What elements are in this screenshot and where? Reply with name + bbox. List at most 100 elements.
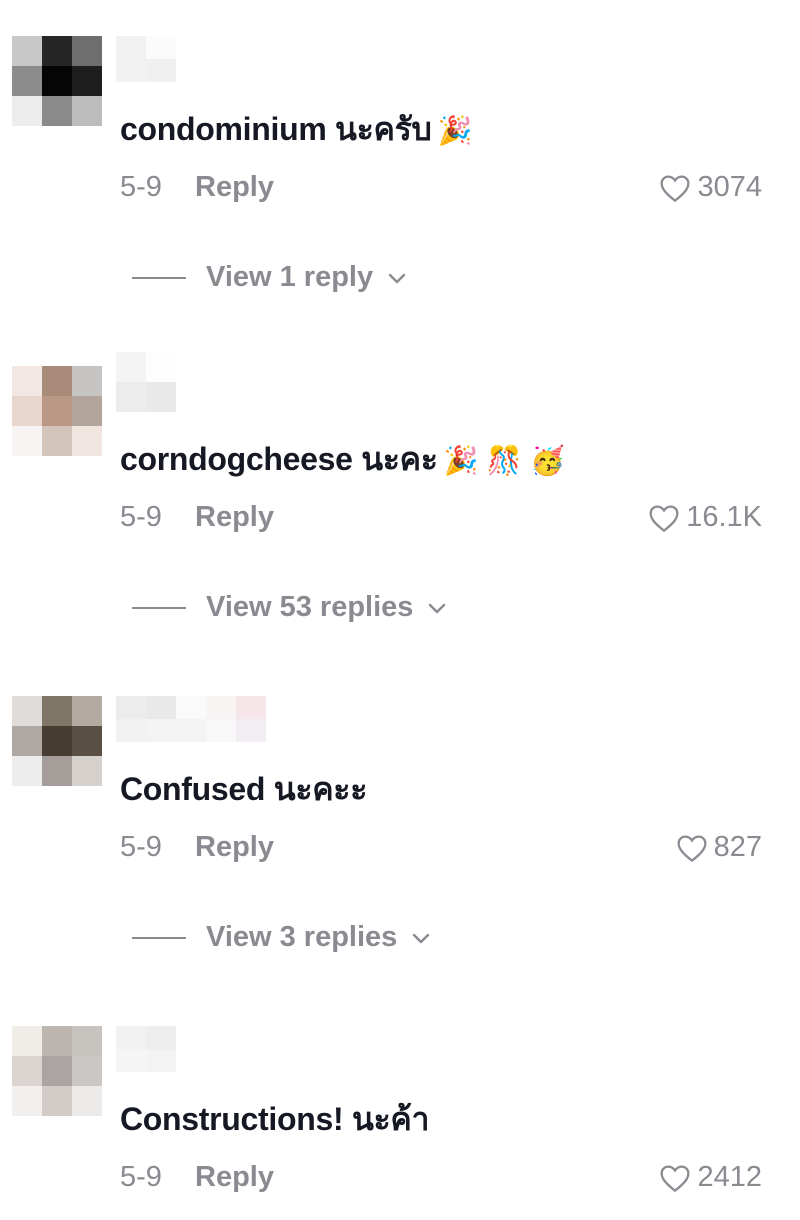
heart-icon <box>649 505 679 532</box>
pixel-block <box>72 756 102 786</box>
pixel-block <box>72 396 102 426</box>
pixel-block <box>116 59 146 82</box>
pixel-block <box>116 1049 146 1072</box>
pixel-block <box>206 382 236 412</box>
pixel-block <box>206 696 236 719</box>
pixel-block <box>146 36 176 59</box>
pixel-block <box>176 1049 206 1072</box>
pixel-block <box>42 396 72 426</box>
pixel-block <box>176 352 206 382</box>
view-replies-button[interactable]: View 53 replies <box>132 591 447 624</box>
pixel-block <box>12 366 42 396</box>
reply-button[interactable]: Reply <box>195 501 274 534</box>
pixel-block <box>176 696 206 719</box>
pixel-block <box>236 59 266 82</box>
view-replies-label: View 53 replies <box>206 591 414 623</box>
like-count: 16.1K <box>686 501 762 533</box>
like-button[interactable]: 827 <box>676 831 762 864</box>
pixel-block <box>236 1049 266 1072</box>
pixel-block <box>236 696 266 719</box>
view-replies-button[interactable]: View 1 reply <box>132 261 407 294</box>
pixel-block <box>72 66 102 96</box>
divider-line <box>132 606 186 609</box>
reply-button[interactable]: Reply <box>195 831 274 864</box>
pixel-block <box>42 1086 72 1116</box>
pixel-block <box>236 382 266 412</box>
pixel-block <box>206 36 236 59</box>
comment-text: corndogcheese นะคะ 🎉 🎊 🥳 <box>120 441 565 477</box>
pixel-block <box>116 696 146 719</box>
divider-line <box>132 276 186 279</box>
pixel-block <box>236 1026 266 1049</box>
pixel-block <box>176 382 206 412</box>
avatar[interactable] <box>12 696 102 786</box>
pixel-block <box>116 719 146 742</box>
pixel-block <box>12 756 42 786</box>
pixel-block <box>12 726 42 756</box>
comment-meta: 5-9 Reply 3074 <box>120 171 770 211</box>
divider-line <box>132 936 186 939</box>
avatar[interactable] <box>12 1026 102 1116</box>
like-button[interactable]: 3074 <box>659 171 762 204</box>
pixel-block <box>206 1049 236 1072</box>
pixel-block <box>12 96 42 126</box>
pixel-block <box>42 36 72 66</box>
avatar[interactable] <box>12 36 102 126</box>
heart-icon <box>661 1165 690 1192</box>
party-emojis: 🎉 🎊 🥳 <box>443 444 565 477</box>
pixel-block <box>12 696 42 726</box>
reply-button[interactable]: Reply <box>195 1161 274 1194</box>
comment-text: condominium นะครับ 🎉 <box>120 111 473 147</box>
chevron-down-icon <box>388 273 406 283</box>
pixel-block <box>206 719 236 742</box>
like-count: 3074 <box>697 171 762 203</box>
pixel-block <box>146 719 176 742</box>
comment-date: 5-9 <box>120 831 162 863</box>
pixel-block <box>42 366 72 396</box>
comment-text: Confused นะคะะ <box>120 771 368 807</box>
view-replies-label: View 1 reply <box>206 261 374 293</box>
pixel-block <box>12 66 42 96</box>
pixel-block <box>72 96 102 126</box>
like-count: 2412 <box>697 1161 762 1193</box>
pixel-block <box>146 1026 176 1049</box>
comment-meta: 5-9 Reply 16.1K <box>120 501 770 541</box>
pixel-block <box>146 1049 176 1072</box>
pixel-block <box>42 66 72 96</box>
pixel-block <box>42 96 72 126</box>
pixel-block <box>176 719 206 742</box>
pixel-block <box>206 352 236 382</box>
comment-text: Constructions! นะค้า <box>120 1101 430 1137</box>
pixel-block <box>12 36 42 66</box>
pixel-block <box>42 756 72 786</box>
pixel-block <box>72 366 102 396</box>
username-blurred[interactable] <box>116 1026 266 1072</box>
like-button[interactable]: 2412 <box>659 1161 762 1194</box>
pixel-block <box>12 1086 42 1116</box>
pixel-block <box>72 696 102 726</box>
pixel-block <box>176 36 206 59</box>
username-blurred[interactable] <box>116 696 266 742</box>
pixel-block <box>72 726 102 756</box>
pixel-block <box>12 1026 42 1056</box>
username-blurred[interactable] <box>116 36 266 82</box>
view-replies-button[interactable]: View 3 replies <box>132 921 431 954</box>
comment-meta: 5-9 Reply 827 <box>120 831 770 871</box>
avatar[interactable] <box>12 366 102 456</box>
reply-button[interactable]: Reply <box>195 171 274 204</box>
like-count: 827 <box>713 831 762 863</box>
pixel-block <box>42 426 72 456</box>
pixel-block <box>72 1026 102 1056</box>
pixel-block <box>146 696 176 719</box>
pixel-block <box>116 382 146 412</box>
pixel-block <box>12 426 42 456</box>
comment-date: 5-9 <box>120 501 162 533</box>
like-button[interactable]: 16.1K <box>648 501 762 534</box>
pixel-block <box>176 59 206 82</box>
pixel-block <box>42 696 72 726</box>
pixel-block <box>206 59 236 82</box>
heart-icon <box>661 175 690 202</box>
pixel-block <box>236 352 266 382</box>
pixel-block <box>12 1056 42 1086</box>
username-blurred[interactable] <box>116 352 266 412</box>
